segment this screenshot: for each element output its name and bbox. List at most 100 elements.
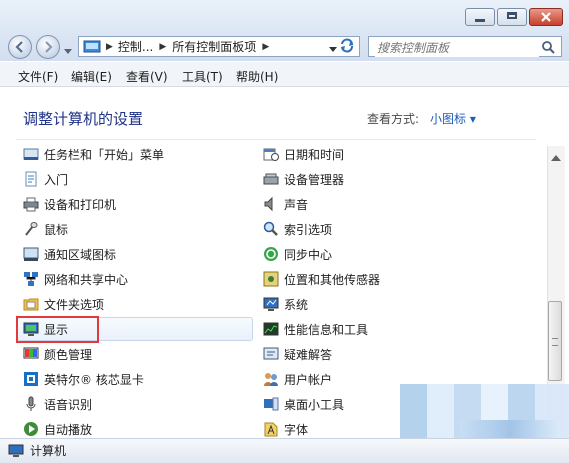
- cp-item-label: 任务栏和「开始」菜单: [44, 147, 165, 162]
- view-by-dropdown[interactable]: 小图标 ▾: [430, 110, 476, 127]
- cp-item-getting-started[interactable]: 入门: [23, 168, 68, 190]
- breadcrumb-separator-icon: ▶: [262, 41, 270, 52]
- cp-item-label: 日期和时间: [284, 147, 345, 162]
- cp-item-label: 颜色管理: [44, 347, 93, 362]
- cp-item-mouse[interactable]: 鼠标: [23, 218, 68, 240]
- breadcrumb-item[interactable]: 控制...: [118, 38, 153, 55]
- cp-item-sound[interactable]: 声音: [263, 193, 308, 215]
- sync-icon: [264, 247, 278, 261]
- chevron-down-icon: [64, 49, 72, 54]
- performance-icon: [263, 322, 279, 336]
- cp-item-label: 鼠标: [44, 222, 69, 237]
- back-button[interactable]: [8, 35, 32, 59]
- cp-item-devices-printers[interactable]: 设备和打印机: [23, 193, 116, 215]
- color-management-icon: [23, 347, 39, 359]
- maximize-icon: [507, 12, 517, 19]
- cp-item-label: 语音识别: [44, 397, 93, 412]
- forward-arrow-icon: [45, 41, 53, 53]
- view-by-label: 查看方式:: [367, 112, 420, 126]
- status-label: 计算机: [30, 444, 67, 458]
- page-title: 调整计算机的设置: [23, 110, 144, 128]
- cp-item-date-time[interactable]: 日期和时间: [263, 143, 344, 165]
- cp-item-sync-center[interactable]: 同步中心: [263, 243, 332, 265]
- grip-icon: [552, 338, 558, 346]
- cp-item-color-management[interactable]: 颜色管理: [23, 343, 92, 365]
- cp-item-notification-icons[interactable]: 通知区域图标: [23, 243, 116, 265]
- cp-item-intel-graphics[interactable]: 英特尔® 核芯显卡: [23, 368, 144, 390]
- control-panel-icon: [83, 40, 101, 52]
- cp-item-label: 桌面小工具: [284, 397, 345, 412]
- cp-item-label: 入门: [44, 172, 69, 187]
- scroll-up-button[interactable]: [551, 150, 561, 164]
- notification-icon: [23, 247, 39, 261]
- maximize-button[interactable]: [497, 8, 527, 26]
- cp-item-label: 同步中心: [284, 247, 333, 262]
- cp-item-label: 用户帐户: [284, 372, 333, 387]
- forward-button[interactable]: [36, 35, 60, 59]
- cp-item-label: 设备管理器: [284, 172, 345, 187]
- breadcrumb-item[interactable]: 所有控制面板项: [172, 38, 256, 55]
- cp-item-label: 疑难解答: [284, 347, 333, 362]
- breadcrumb-separator-icon: ▶: [106, 41, 113, 52]
- computer-icon: [8, 444, 24, 457]
- close-icon: [541, 12, 551, 22]
- cp-item-autoplay[interactable]: 自动播放: [23, 418, 92, 440]
- cp-item-desktop-gadgets[interactable]: 桌面小工具: [263, 393, 344, 415]
- search-input[interactable]: [375, 38, 539, 57]
- calendar-clock-icon: [263, 148, 279, 161]
- fonts-icon: [264, 422, 278, 437]
- troubleshoot-icon: [263, 347, 279, 360]
- cp-item-user-accounts[interactable]: 用户帐户: [263, 368, 332, 390]
- chevron-down-icon: [329, 47, 337, 52]
- cp-item-indexing-options[interactable]: 索引选项: [263, 218, 332, 240]
- search-field[interactable]: [368, 36, 562, 57]
- recent-pages-dropdown[interactable]: [64, 44, 72, 58]
- cp-item-label: 系统: [284, 297, 309, 312]
- cp-item-label: 设备和打印机: [44, 197, 117, 212]
- cp-item-label: 文件夹选项: [44, 297, 105, 312]
- taskbar-icon: [23, 148, 39, 160]
- cp-item-fonts[interactable]: 字体: [263, 418, 308, 440]
- refresh-button[interactable]: [339, 38, 355, 57]
- network-icon: [24, 272, 38, 286]
- sensor-icon: [263, 271, 279, 287]
- cp-item-taskbar[interactable]: 任务栏和「开始」菜单: [23, 143, 164, 165]
- folder-options-icon: [23, 298, 39, 311]
- cp-item-network-sharing[interactable]: 网络和共享中心: [23, 268, 128, 290]
- cp-item-performance[interactable]: 性能信息和工具: [263, 318, 368, 340]
- cp-item-troubleshooting[interactable]: 疑难解答: [263, 343, 332, 365]
- breadcrumb-separator-icon: ▶: [159, 41, 167, 52]
- minimize-button[interactable]: [465, 8, 495, 26]
- status-computer: 计算机: [8, 442, 66, 459]
- cp-item-label: 位置和其他传感器: [284, 272, 381, 287]
- refresh-icon: [341, 38, 353, 53]
- menu-help[interactable]: 帮助(H): [236, 68, 278, 85]
- chevron-up-icon: [551, 155, 561, 161]
- menu-file[interactable]: 文件(F): [18, 68, 58, 85]
- address-bar[interactable]: ▶ 控制... ▶ 所有控制面板项 ▶: [78, 36, 360, 57]
- cp-item-speech-recognition[interactable]: 语音识别: [23, 393, 92, 415]
- speaker-icon: [264, 196, 273, 212]
- cp-item-device-manager[interactable]: 设备管理器: [263, 168, 344, 190]
- mouse-icon: [25, 222, 38, 236]
- status-bar: [0, 438, 569, 463]
- menu-view[interactable]: 查看(V): [126, 68, 168, 85]
- cp-item-system[interactable]: 系统: [263, 293, 308, 315]
- cp-item-label: 网络和共享中心: [44, 272, 129, 287]
- divider: [16, 139, 536, 140]
- cp-item-location-sensors[interactable]: 位置和其他传感器: [263, 268, 380, 290]
- cp-item-label: 英特尔® 核芯显卡: [44, 372, 144, 387]
- cp-item-folder-options[interactable]: 文件夹选项: [23, 293, 104, 315]
- menu-tools[interactable]: 工具(T): [182, 68, 223, 85]
- getting-started-icon: [25, 171, 37, 187]
- annotation-highlight-box: [16, 316, 99, 343]
- search-icon[interactable]: [541, 40, 555, 54]
- minimize-icon: [475, 19, 485, 22]
- back-arrow-icon: [15, 41, 23, 53]
- cp-item-label: 声音: [284, 197, 309, 212]
- address-history-dropdown[interactable]: [329, 42, 337, 56]
- close-button[interactable]: [529, 8, 563, 26]
- device-manager-icon: [263, 173, 279, 185]
- users-icon: [264, 373, 278, 386]
- menu-edit[interactable]: 编辑(E): [71, 68, 112, 85]
